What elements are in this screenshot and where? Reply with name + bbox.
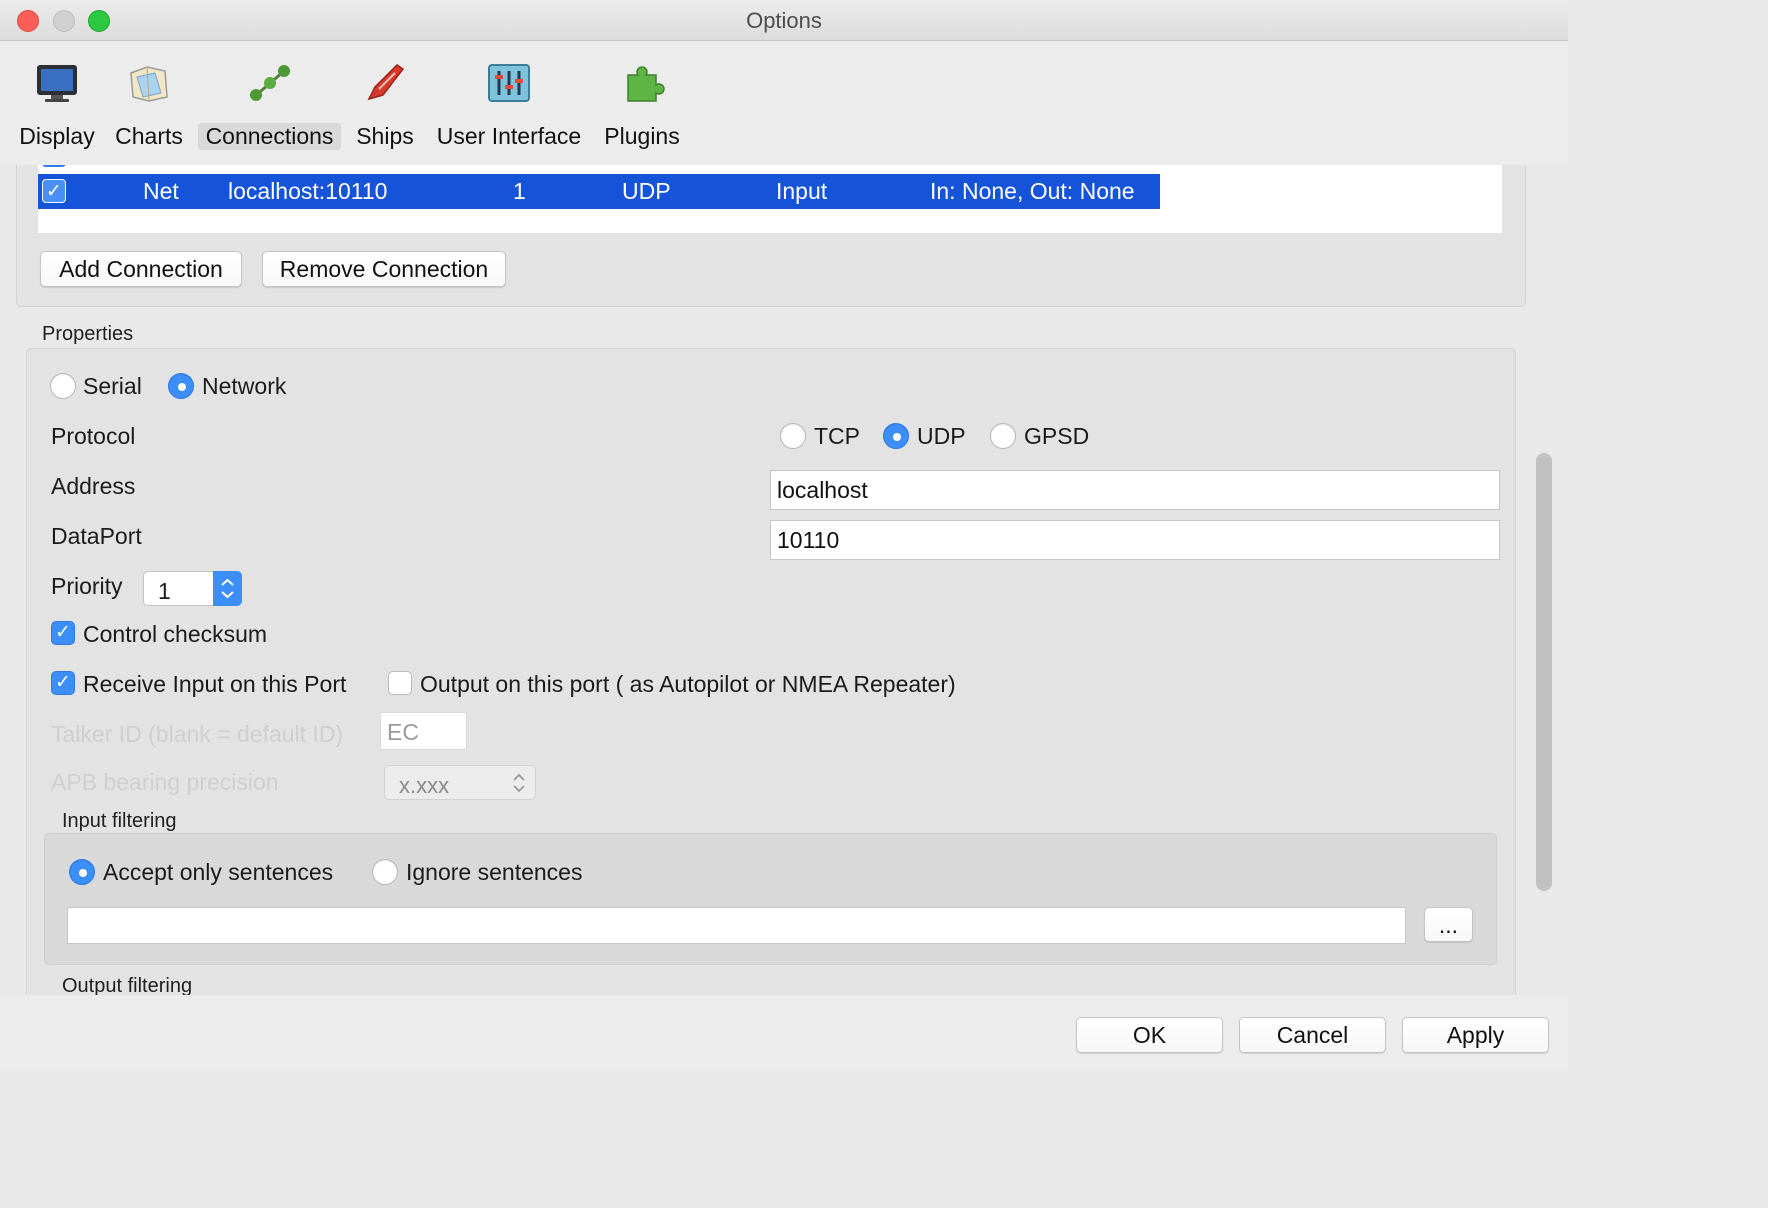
input-filtering-panel [44, 833, 1497, 965]
up-down-chevron-icon [221, 578, 234, 599]
receive-input-label: Receive Input on this Port [83, 671, 347, 697]
toolbar: Display Charts Connections Ships User In… [0, 41, 1568, 165]
receive-input-checkbox[interactable]: ✓ [51, 671, 75, 695]
control-checksum-checkbox[interactable]: ✓ [51, 621, 75, 645]
protocol-label: Protocol [51, 423, 136, 449]
control-checksum-label: Control checksum [83, 621, 268, 647]
sentences-input[interactable] [67, 907, 1406, 944]
plugins-icon [627, 66, 665, 102]
tab-plugins[interactable]: Plugins [599, 41, 685, 165]
gpsd-radio[interactable] [990, 423, 1016, 449]
priority-stepper[interactable]: 1 [143, 571, 242, 606]
apply-button[interactable]: Apply [1402, 1017, 1549, 1053]
add-connection-button[interactable]: Add Connection [40, 251, 242, 287]
properties-title: Properties [42, 323, 134, 345]
tab-charts-label: Charts [115, 123, 183, 149]
up-down-chevron-icon [513, 773, 525, 793]
serial-label: Serial [83, 373, 142, 399]
connection-priority: 1 [513, 178, 526, 204]
apb-precision-label: APB bearing precision [51, 769, 279, 795]
talker-id-label: Talker ID (blank = default ID) [51, 721, 344, 747]
previous-row-checkbox-edge [42, 165, 66, 167]
tab-connections[interactable]: Connections [198, 41, 341, 165]
network-label: Network [202, 373, 287, 399]
tab-ships-label: Ships [356, 123, 414, 149]
tab-display[interactable]: Display [14, 41, 100, 165]
display-icon [37, 65, 77, 102]
ignore-sentences-label: Ignore sentences [406, 859, 583, 885]
tab-user-interface[interactable]: User Interface [429, 41, 589, 165]
scrollbar-thumb[interactable] [1536, 453, 1552, 891]
connections-icon [249, 65, 290, 101]
address-input[interactable]: localhost [770, 470, 1500, 510]
talker-id-input[interactable]: EC [380, 712, 467, 750]
tab-charts[interactable]: Charts [110, 41, 188, 165]
browse-sentences-button[interactable]: ... [1424, 907, 1473, 942]
accept-sentences-radio[interactable] [69, 859, 95, 885]
udp-radio[interactable] [883, 423, 909, 449]
charts-icon [130, 66, 168, 102]
priority-value: 1 [158, 578, 171, 604]
window-title: Options [746, 8, 822, 33]
tcp-label: TCP [814, 423, 860, 449]
output-port-label: Output on this port ( as Autopilot or NM… [420, 671, 956, 697]
ok-button[interactable]: OK [1076, 1017, 1223, 1053]
accept-sentences-label: Accept only sentences [103, 859, 334, 885]
tcp-radio[interactable] [780, 423, 806, 449]
input-filtering-title: Input filtering [62, 810, 177, 832]
connection-type: Net [143, 178, 179, 204]
udp-label: UDP [917, 423, 966, 449]
connection-filters: In: None, Out: None [930, 178, 1135, 204]
tab-ships[interactable]: Ships [351, 41, 419, 165]
output-filtering-title: Output filtering [62, 975, 193, 995]
serial-radio[interactable] [50, 373, 76, 399]
output-port-checkbox[interactable] [388, 671, 412, 695]
options-content: ✓ Net localhost:10110 1 UDP Input In: No… [0, 165, 1568, 995]
priority-stepper-arrows[interactable] [213, 571, 242, 606]
title-bar: Options [0, 0, 1568, 41]
apb-precision-value: x.xxx [399, 773, 450, 798]
dataport-input[interactable]: 10110 [770, 520, 1500, 560]
connection-protocol: UDP [622, 178, 671, 204]
connection-address: localhost:10110 [228, 178, 388, 204]
connection-row-selected[interactable]: ✓ Net localhost:10110 1 UDP Input In: No… [38, 174, 1160, 209]
ships-icon [367, 64, 405, 101]
connection-enabled-checkbox[interactable]: ✓ [42, 179, 66, 203]
tab-connections-label: Connections [198, 123, 341, 150]
remove-connection-button[interactable]: Remove Connection [262, 251, 506, 287]
apb-precision-select[interactable]: x.xxx [384, 765, 536, 800]
ignore-sentences-radio[interactable] [372, 859, 398, 885]
gpsd-label: GPSD [1024, 423, 1090, 449]
dataport-label: DataPort [51, 523, 142, 549]
network-radio[interactable] [168, 373, 194, 399]
tab-display-label: Display [19, 123, 95, 149]
tab-plugins-label: Plugins [604, 123, 680, 149]
tab-user-interface-label: User Interface [436, 123, 582, 149]
address-label: Address [51, 473, 136, 499]
priority-label: Priority [51, 573, 123, 599]
user-interface-icon [488, 64, 530, 102]
cancel-button[interactable]: Cancel [1239, 1017, 1386, 1053]
connection-direction: Input [776, 178, 828, 204]
